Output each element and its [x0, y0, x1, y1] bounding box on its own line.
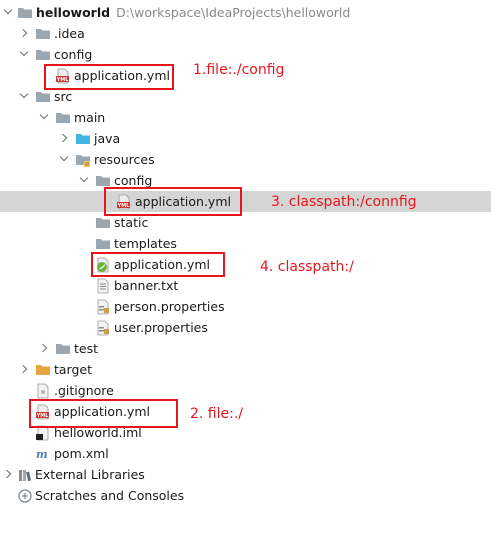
tree-row-resources-config[interactable]: config — [0, 170, 491, 191]
tree-row-idea[interactable]: .idea — [0, 23, 491, 44]
folder-icon — [35, 89, 51, 105]
annotation-box-1 — [44, 64, 174, 90]
tree-item-label: config — [54, 47, 93, 62]
tree-row-resources-config-application-yml[interactable]: application.yml — [0, 191, 491, 212]
tree-row-banner-txt[interactable]: banner.txt — [0, 275, 491, 296]
source-folder-icon — [75, 131, 91, 147]
chevron-right-icon[interactable] — [20, 23, 30, 44]
tree-item-label: banner.txt — [114, 278, 179, 293]
tree-row-static[interactable]: static — [0, 212, 491, 233]
text-file-icon — [95, 278, 111, 294]
folder-icon — [95, 236, 111, 252]
tree-item-label: java — [94, 131, 121, 146]
maven-icon — [35, 446, 51, 462]
tree-row-java[interactable]: java — [0, 128, 491, 149]
chevron-right-icon[interactable] — [60, 128, 70, 149]
resources-folder-icon — [75, 152, 91, 168]
chevron-down-icon[interactable] — [20, 44, 30, 65]
chevron-right-icon[interactable] — [20, 359, 30, 380]
folder-icon — [35, 47, 51, 63]
annotation-box-4 — [91, 252, 225, 277]
tree-row-pom-xml[interactable]: pom.xml — [0, 443, 491, 464]
chevron-right-icon[interactable] — [4, 464, 14, 485]
module-folder-icon — [17, 5, 33, 21]
annotation-box-2 — [29, 399, 178, 428]
tree-item-label: templates — [114, 236, 177, 251]
tree-row-resources-application-yml[interactable]: application.yml — [0, 254, 491, 275]
annotation-label-2: 2. file:./ — [190, 406, 244, 422]
project-path: D:\workspace\IdeaProjects\helloworld — [116, 5, 351, 20]
tree-item-label: person.properties — [114, 299, 225, 314]
folder-icon — [35, 26, 51, 42]
tree-item-label: target — [54, 362, 93, 377]
folder-icon — [55, 341, 71, 357]
properties-file-icon — [95, 299, 111, 315]
folder-icon — [55, 110, 71, 126]
tree-item-label: .idea — [54, 26, 85, 41]
chevron-down-icon[interactable] — [40, 107, 50, 128]
chevron-down-icon[interactable] — [60, 149, 70, 170]
chevron-right-icon[interactable] — [40, 338, 50, 359]
tree-item-label: Scratches and Consoles — [35, 488, 185, 503]
scratches-icon — [17, 488, 33, 504]
tree-item-label: user.properties — [114, 320, 208, 335]
tree-item-label: main — [74, 110, 106, 125]
tree-row-helloworld[interactable]: helloworld D:\workspace\IdeaProjects\hell… — [0, 2, 491, 23]
chevron-down-icon[interactable] — [80, 170, 90, 191]
folder-icon — [95, 215, 111, 231]
project-name: helloworld — [36, 5, 111, 20]
chevron-down-icon[interactable] — [4, 2, 14, 23]
gitignore-file-icon — [35, 383, 51, 399]
tree-item-label: pom.xml — [54, 446, 109, 461]
tree-row-templates[interactable]: templates — [0, 233, 491, 254]
tree-row-test[interactable]: test — [0, 338, 491, 359]
tree-row-user-properties[interactable]: user.properties — [0, 317, 491, 338]
tree-row-target[interactable]: target — [0, 359, 491, 380]
tree-row-resources[interactable]: resources — [0, 149, 491, 170]
tree-row-gitignore[interactable]: .gitignore — [0, 380, 491, 401]
annotation-label-1: 1.file:./config — [193, 62, 285, 78]
libraries-icon — [17, 467, 33, 483]
tree-item-label: .gitignore — [54, 383, 114, 398]
tree-row-external-libraries[interactable]: External Libraries — [0, 464, 491, 485]
chevron-down-icon[interactable] — [20, 86, 30, 107]
annotation-label-3: 3. classpath:/connfig — [271, 194, 417, 210]
tree-item-label: External Libraries — [35, 467, 145, 482]
properties-file-icon — [95, 320, 111, 336]
tree-row-main[interactable]: main — [0, 107, 491, 128]
annotation-box-3 — [104, 187, 242, 216]
annotation-label-4: 4. classpath:/ — [260, 259, 354, 275]
tree-item-label: test — [74, 341, 99, 356]
tree-row-person-properties[interactable]: person.properties — [0, 296, 491, 317]
tree-row-scratches[interactable]: Scratches and Consoles — [0, 485, 491, 506]
excluded-folder-icon — [35, 362, 51, 378]
tree-item-label: resources — [94, 152, 155, 167]
